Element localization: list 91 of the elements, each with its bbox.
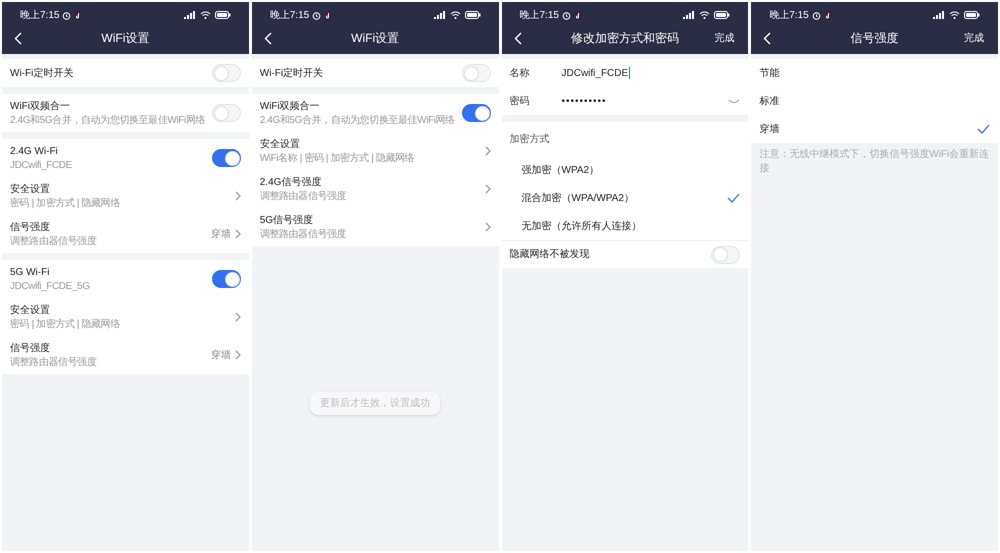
chevron-right-icon — [234, 312, 241, 322]
screen-title: WiFi设置 — [351, 30, 400, 47]
option-item[interactable]: 混合加密（WPA/WPA2） — [502, 184, 748, 212]
closed-eye-icon — [728, 98, 740, 104]
option-label: 标准 — [759, 94, 780, 108]
setting-description: JDCwifi_FCDE_5G — [10, 280, 90, 293]
music-note-icon — [324, 10, 332, 20]
screen-title: 修改加密方式和密码 — [570, 30, 679, 47]
status-time: 晚上7:15 — [20, 8, 60, 22]
setting-description: 2.4G和5G合并，自动为您切换至最佳WiFi网络 — [260, 114, 454, 127]
setting-label: 5G信号强度 — [260, 214, 314, 228]
setting-description: 密码 | 加密方式 | 隐藏网络 — [10, 318, 120, 331]
option-label: 穿墙 — [759, 122, 780, 136]
toggle-switch[interactable] — [212, 270, 241, 288]
setting-description: 调整路由器信号强度 — [260, 190, 346, 203]
chevron-right-icon — [484, 146, 490, 156]
alarm-clock-icon — [562, 10, 571, 20]
setting-description: 调整路由器信号强度 — [10, 356, 96, 369]
alarm-clock-icon — [812, 10, 821, 20]
option-label: 混合加密（WPA/WPA2） — [522, 192, 634, 206]
toggle-switch[interactable] — [212, 104, 241, 122]
field-label: 密码 — [510, 94, 530, 108]
done-button[interactable]: 完成 — [964, 30, 984, 46]
signal-icon — [933, 11, 945, 19]
setting-description: WiFi名称 | 密码 | 加密方式 | 隐藏网络 — [260, 152, 414, 165]
setting-label: WiFi双频合一 — [260, 100, 321, 114]
status-time: 晚上7:15 — [520, 8, 559, 22]
setting-label: 安全设置 — [260, 138, 301, 152]
setting-description: 调整路由器信号强度 — [10, 235, 96, 248]
toast-message: 更新后才生效，设置成功 — [310, 392, 440, 415]
screen-title: WiFi设置 — [101, 30, 150, 47]
setting-label: 隐藏网络不被发现 — [510, 248, 590, 262]
setting-label: Wi-Fi定时开关 — [260, 66, 324, 80]
input-field[interactable]: •••••••••• — [562, 94, 607, 108]
toggle-switch[interactable] — [212, 149, 241, 167]
signal-icon — [434, 11, 446, 19]
signal-icon — [184, 11, 196, 19]
chevron-right-icon — [234, 229, 241, 239]
setting-label: 信号强度 — [10, 342, 51, 356]
status-time: 晚上7:15 — [769, 8, 809, 22]
toggle-switch[interactable] — [462, 104, 490, 122]
option-label: 无加密（允许所有人连接） — [522, 220, 642, 234]
section-heading: 加密方式 — [510, 132, 550, 146]
option-item[interactable]: 无加密（允许所有人连接） — [502, 212, 748, 240]
toggle-switch[interactable] — [212, 64, 241, 82]
signal-icon — [683, 11, 696, 19]
music-note-icon — [574, 10, 582, 20]
battery-icon — [964, 11, 980, 19]
chevron-right-icon — [234, 191, 241, 201]
alarm-clock-icon — [312, 10, 322, 20]
setting-label: 5G Wi-Fi — [10, 266, 50, 280]
option-label: 强加密（WPA2） — [522, 164, 600, 178]
setting-label: 安全设置 — [10, 304, 51, 318]
option-item[interactable]: 强加密（WPA2） — [502, 156, 748, 184]
alarm-clock-icon — [62, 10, 72, 20]
current-value: 穿墙 — [210, 228, 231, 242]
wifi-icon — [450, 11, 460, 19]
battery-icon — [214, 11, 231, 19]
current-value: 穿墙 — [210, 348, 231, 362]
status-time: 晚上7:15 — [270, 8, 310, 22]
chevron-right-icon — [234, 350, 241, 360]
done-button[interactable]: 完成 — [714, 30, 734, 46]
chevron-right-icon — [484, 222, 490, 232]
option-item[interactable]: 节能 — [751, 59, 998, 87]
option-item[interactable]: 标准 — [751, 87, 998, 115]
setting-label: WiFi双频合一 — [10, 100, 71, 114]
wifi-icon — [949, 11, 960, 19]
setting-label: 信号强度 — [10, 220, 51, 235]
toggle-switch[interactable] — [711, 246, 740, 264]
setting-description: JDCwifi_FCDE — [10, 159, 72, 172]
setting-description: 2.4G和5G合并，自动为您切换至最佳WiFi网络 — [10, 114, 204, 127]
wifi-icon — [699, 11, 710, 19]
setting-label: 2.4G Wi-Fi — [10, 145, 59, 159]
setting-description: 密码 | 加密方式 | 隐藏网络 — [10, 197, 120, 210]
input-field[interactable]: JDCwifi_FCDE — [562, 66, 630, 80]
option-item[interactable]: 穿墙 — [751, 115, 998, 143]
note-text: 注意：无线中继模式下，切换信号强度WiFi会重新连接 — [758, 148, 990, 176]
field-label: 名称 — [510, 66, 530, 80]
chevron-right-icon — [484, 184, 490, 194]
setting-label: 2.4G信号强度 — [260, 176, 322, 190]
battery-icon — [464, 11, 480, 19]
music-note-icon — [74, 10, 82, 20]
setting-label: Wi-Fi定时开关 — [10, 66, 74, 80]
setting-label: 安全设置 — [10, 182, 51, 197]
toggle-switch[interactable] — [462, 64, 490, 82]
option-label: 节能 — [759, 66, 780, 80]
screen-title: 信号强度 — [850, 30, 899, 47]
setting-description: 调整路由器信号强度 — [260, 228, 346, 241]
battery-icon — [714, 11, 730, 19]
wifi-icon — [200, 11, 211, 19]
music-note-icon — [824, 10, 832, 20]
